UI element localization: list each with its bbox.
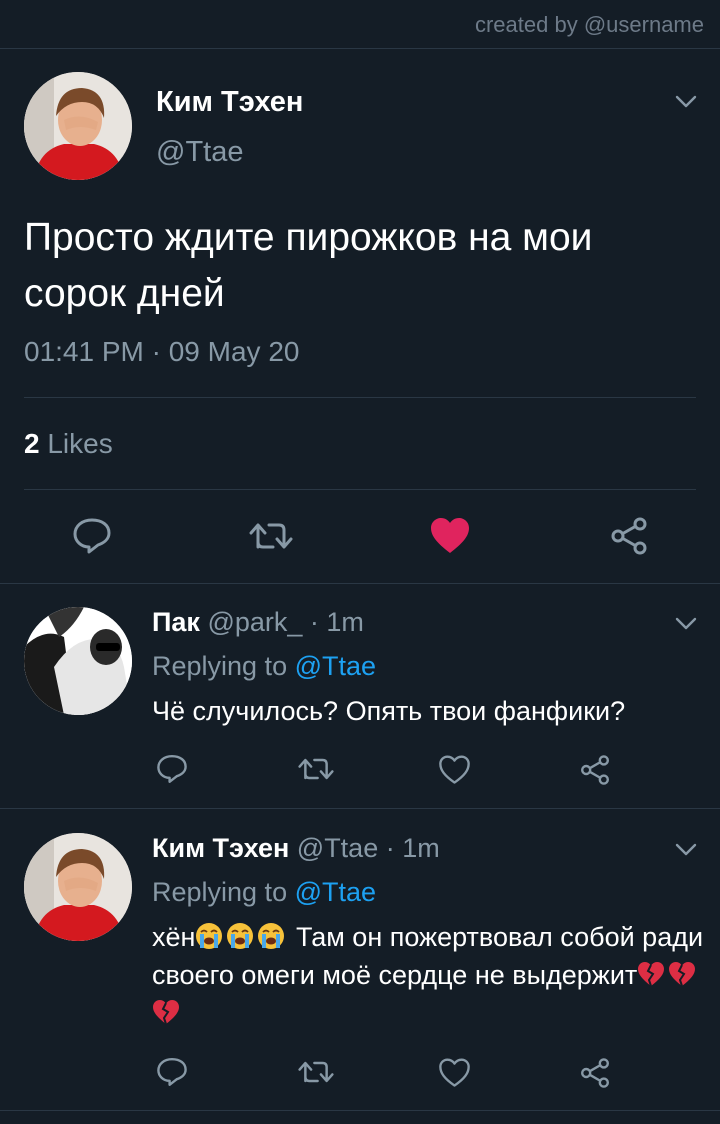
chevron-down-icon[interactable] xyxy=(673,88,699,114)
divider xyxy=(0,808,720,809)
author-avatar[interactable] xyxy=(24,72,132,180)
reply-meta[interactable]: @Ttae · 1m xyxy=(289,833,440,863)
retweet-icon[interactable] xyxy=(298,1058,334,1086)
chevron-down-icon[interactable] xyxy=(673,836,699,862)
reply-author-name[interactable]: Ким Тэхен xyxy=(152,833,289,863)
broken-heart-emoji xyxy=(153,1000,179,1025)
likes-label: Likes xyxy=(39,428,113,459)
broken-heart-emoji xyxy=(638,962,665,987)
replying-to-handle[interactable]: @Ttae xyxy=(295,877,376,907)
reply-meta[interactable]: @park_ · 1m xyxy=(200,607,363,637)
replying-to-handle[interactable]: @Ttae xyxy=(295,651,376,681)
reply-icon[interactable] xyxy=(72,517,112,555)
reply-author-name[interactable]: Пак xyxy=(152,607,200,637)
retweet-icon[interactable] xyxy=(298,755,334,783)
broken-heart-emoji xyxy=(669,962,696,987)
crying-face-emoji xyxy=(196,923,223,949)
reply-icon[interactable] xyxy=(156,1056,188,1088)
author-name[interactable]: Ким Тэхен xyxy=(156,86,303,119)
reply-header: Пак @park_ · 1m xyxy=(152,604,364,640)
share-icon[interactable] xyxy=(579,1057,611,1089)
crying-face-emoji xyxy=(227,923,254,949)
replying-to-label: Replying to xyxy=(152,651,295,681)
share-icon[interactable] xyxy=(579,754,611,786)
reply-text: Чё случилось? Опять твои фанфики? xyxy=(152,696,626,726)
tweet-text: Просто ждите пирожков на мои сорок дней xyxy=(24,216,593,315)
reply-text-prefix: хён xyxy=(152,922,196,952)
divider xyxy=(0,1110,720,1111)
divider xyxy=(24,397,696,398)
replying-to-label: Replying to xyxy=(152,877,295,907)
reply-avatar[interactable] xyxy=(24,833,132,941)
emoji-group-crying xyxy=(195,922,288,952)
top-divider xyxy=(0,48,720,49)
tweet-timestamp[interactable]: 01:41 PM · 09 May 20 xyxy=(24,336,299,368)
heart-icon[interactable] xyxy=(438,755,471,785)
share-icon[interactable] xyxy=(609,517,649,555)
author-handle[interactable]: @Ttae xyxy=(156,136,243,169)
crying-face-emoji xyxy=(258,923,285,949)
reply-text: хён Там он пожертвовал собой ради своего… xyxy=(152,918,712,1032)
credit-text: created by @username xyxy=(474,12,704,37)
likes-count[interactable]: 2 Likes xyxy=(24,428,113,460)
heart-icon[interactable] xyxy=(438,1058,471,1088)
heart-filled-icon[interactable] xyxy=(429,517,471,555)
divider xyxy=(24,489,696,490)
reply-icon[interactable] xyxy=(156,753,188,785)
likes-number: 2 xyxy=(24,428,40,459)
replying-to: Replying to @Ttae xyxy=(152,648,376,684)
chevron-down-icon[interactable] xyxy=(673,610,699,636)
reply-header: Ким Тэхен @Ttae · 1m xyxy=(152,830,440,866)
replying-to: Replying to @Ttae xyxy=(152,874,376,910)
reply-avatar[interactable] xyxy=(24,607,132,715)
retweet-icon[interactable] xyxy=(249,519,293,553)
divider xyxy=(0,583,720,584)
